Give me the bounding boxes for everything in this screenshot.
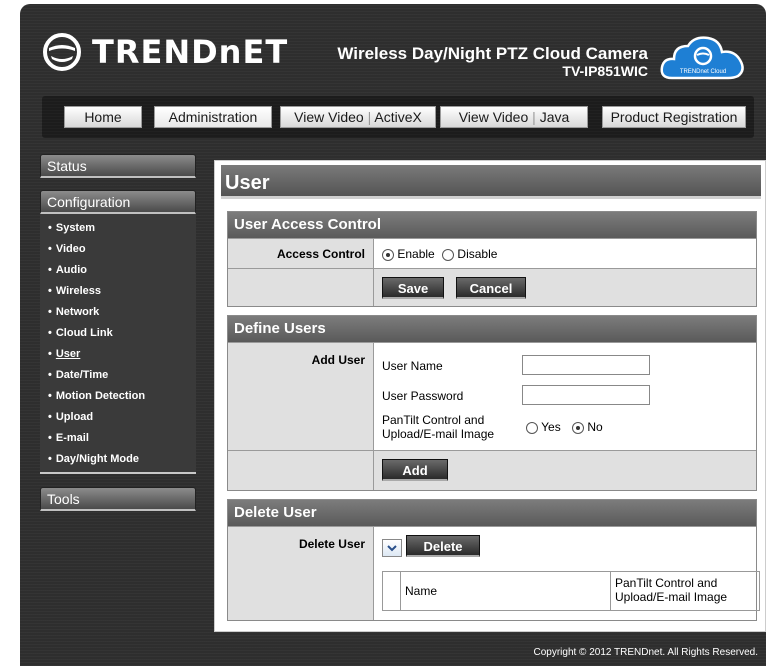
trendnet-logo-icon (43, 33, 81, 71)
bullet: • (48, 411, 52, 423)
top-nav: Home Administration View Video | ActiveX… (42, 96, 754, 138)
page-frame: TRENDnET Wireless Day/Night PTZ Cloud Ca… (20, 4, 766, 666)
pantilt-label: PanTilt Control and Upload/E-mail Image (382, 413, 495, 441)
main-content: User User Access Control Access Control … (214, 160, 766, 632)
delete-user-row: Delete User Delete Name PanTilt Control … (228, 526, 760, 620)
table-header-permission: PanTilt Control and Upload/E-mail Image (615, 576, 728, 604)
sidebar-configuration-group: Configuration • System • Video • Audio • Wir… (40, 190, 196, 474)
add-user-button[interactable]: Add (382, 459, 448, 481)
nav-view-video-java[interactable]: View Video | Java (440, 106, 588, 128)
sidebar-config-list: • System • Video • Audio • Wireless • Network… (40, 214, 196, 474)
user-name-input[interactable] (522, 355, 650, 375)
sidebar-item-upload[interactable]: • Upload (40, 407, 196, 428)
sidebar-tools[interactable]: Tools (40, 487, 196, 511)
bullet: • (48, 264, 52, 276)
add-user-row: Add User User Name User Password PanTilt… (228, 342, 756, 450)
sidebar-item-email[interactable]: • E-mail (40, 428, 196, 449)
bullet: • (48, 390, 52, 402)
access-buttons-row: Save Cancel (228, 268, 756, 306)
bullet: • (48, 243, 52, 255)
yes-radio[interactable] (526, 421, 538, 434)
bullet: • (48, 222, 52, 234)
nav-view-video-java-label-a: View Video (458, 109, 529, 125)
no-label: No (587, 420, 603, 434)
copyright: Copyright © 2012 TRENDnet. All Rights Re… (533, 647, 758, 658)
section-heading: User Access Control (228, 212, 756, 238)
disable-radio[interactable] (442, 248, 455, 261)
add-user-label: Add User (311, 353, 365, 367)
bullet: • (48, 348, 52, 360)
access-control-label: Access Control (276, 247, 365, 261)
nav-view-video-activex[interactable]: View Video | ActiveX (280, 106, 436, 128)
disable-label: Disable (457, 247, 498, 261)
delete-user-label: Delete User (298, 537, 365, 551)
sidebar-item-system[interactable]: • System (40, 218, 196, 239)
access-buttons-cell: Save Cancel (373, 269, 756, 306)
sidebar-configuration[interactable]: Configuration (40, 190, 196, 214)
chevron-down-icon (387, 545, 397, 552)
sidebar-item-network[interactable]: • Network (40, 302, 196, 323)
user-table: Name PanTilt Control and Upload/E-mail I… (382, 571, 760, 611)
delete-user-section: Delete User Delete User Delete Name PanT (227, 499, 760, 621)
add-user-fields: User Name User Password PanTilt Control … (373, 343, 756, 450)
bullet: • (48, 453, 52, 465)
bullet: • (48, 369, 52, 381)
sidebar-item-date-time[interactable]: • Date/Time (40, 365, 196, 386)
logo-text: TRENDnET (92, 33, 289, 71)
sidebar-item-user[interactable]: • User (40, 344, 196, 365)
trendnet-cloud-icon: TRENDnet Cloud (660, 36, 744, 80)
yes-label: Yes (541, 420, 561, 434)
sidebar-item-wireless[interactable]: • Wireless (40, 281, 196, 302)
delete-user-value: Delete Name PanTilt Control and Upload/E… (373, 527, 760, 620)
sidebar-tools-group: Tools (40, 487, 196, 511)
enable-label: Enable (397, 247, 435, 261)
save-button[interactable]: Save (382, 277, 444, 299)
access-control-value: Enable Disable (373, 239, 756, 268)
cancel-button[interactable]: Cancel (456, 277, 526, 299)
section-heading: Define Users (228, 316, 756, 342)
sidebar-item-audio[interactable]: • Audio (40, 260, 196, 281)
user-access-control-section: User Access Control Access Control Enabl… (227, 211, 757, 307)
nav-view-video-activex-label-a: View Video (294, 109, 364, 125)
product-model: TV-IP851WIC (562, 63, 648, 79)
page-title: User (221, 165, 761, 199)
enable-radio[interactable] (382, 248, 394, 261)
nav-administration[interactable]: Administration (154, 106, 272, 128)
bullet: • (48, 327, 52, 339)
access-control-row: Access Control Enable Disable (228, 238, 756, 268)
bullet: • (48, 306, 52, 318)
nav-view-video-activex-label-b: ActiveX (374, 109, 422, 125)
sidebar-item-motion-detection[interactable]: • Motion Detection (40, 386, 196, 407)
pantilt-options: Yes No (526, 420, 603, 434)
add-button-cell: Add (373, 451, 756, 490)
add-button-row: Add (228, 450, 756, 490)
sidebar-item-day-night-mode[interactable]: • Day/Night Mode (40, 449, 196, 470)
sidebar-item-cloud-link[interactable]: • Cloud Link (40, 323, 196, 344)
cloud-badge-label: TRENDnet Cloud (680, 69, 726, 75)
user-select[interactable] (382, 539, 402, 557)
trendnet-logo: TRENDnET (40, 32, 288, 72)
nav-product-registration[interactable]: Product Registration (602, 106, 746, 128)
nav-view-video-java-label-b: Java (539, 109, 570, 125)
nav-home[interactable]: Home (64, 106, 142, 128)
define-users-section: Define Users Add User User Name User Pas… (227, 315, 757, 491)
section-heading: Delete User (228, 500, 756, 526)
delete-button[interactable]: Delete (406, 535, 480, 557)
header: TRENDnET Wireless Day/Night PTZ Cloud Ca… (20, 4, 766, 88)
nav-separator: | (532, 109, 536, 125)
table-select-col (383, 572, 401, 610)
table-header-name: Name (401, 572, 611, 610)
sidebar-item-video[interactable]: • Video (40, 239, 196, 260)
user-name-label: User Name (382, 359, 443, 373)
user-password-label: User Password (382, 389, 464, 403)
bullet: • (48, 432, 52, 444)
sidebar: Status Configuration • System • Video • Aud… (40, 154, 196, 511)
no-radio[interactable] (572, 421, 585, 434)
bullet: • (48, 285, 52, 297)
user-password-input[interactable] (522, 385, 650, 405)
product-name: Wireless Day/Night PTZ Cloud Camera (337, 44, 648, 63)
sidebar-status[interactable]: Status (40, 154, 196, 178)
nav-separator: | (367, 109, 372, 125)
